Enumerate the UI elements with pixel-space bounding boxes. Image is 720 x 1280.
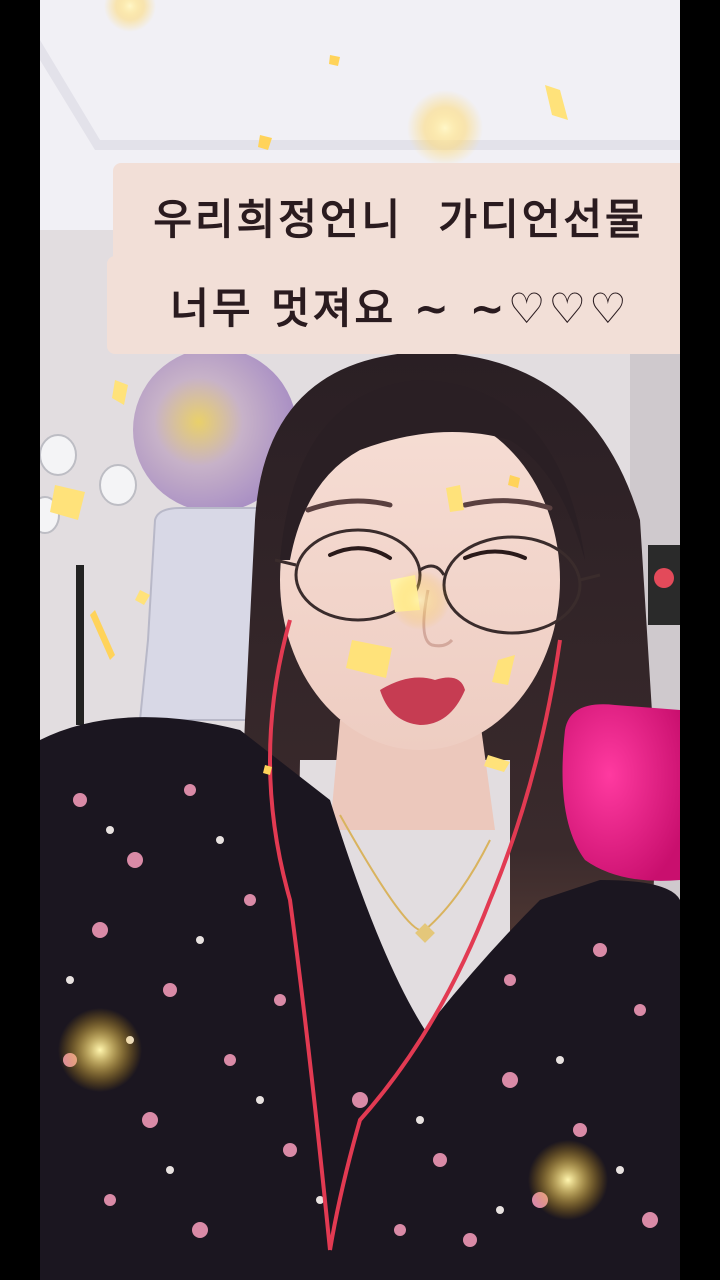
video-stream-frame: 우리희정언니 가디언선물 너무 멋져요 ~ ~♡♡♡ — [0, 0, 720, 1280]
floor-lamp-pole — [76, 565, 84, 725]
letterbox-left — [0, 0, 40, 1280]
caption-line-1: 우리희정언니 가디언선물 — [113, 163, 680, 269]
caption-line-2: 너무 멋져요 ~ ~♡♡♡ — [107, 256, 680, 354]
ceiling-light-center — [407, 90, 483, 166]
letterbox-right — [680, 0, 720, 1280]
wall-plaque-heart — [654, 568, 674, 588]
livestream-video: 우리희정언니 가디언선물 너무 멋져요 ~ ~♡♡♡ — [40, 0, 680, 1280]
